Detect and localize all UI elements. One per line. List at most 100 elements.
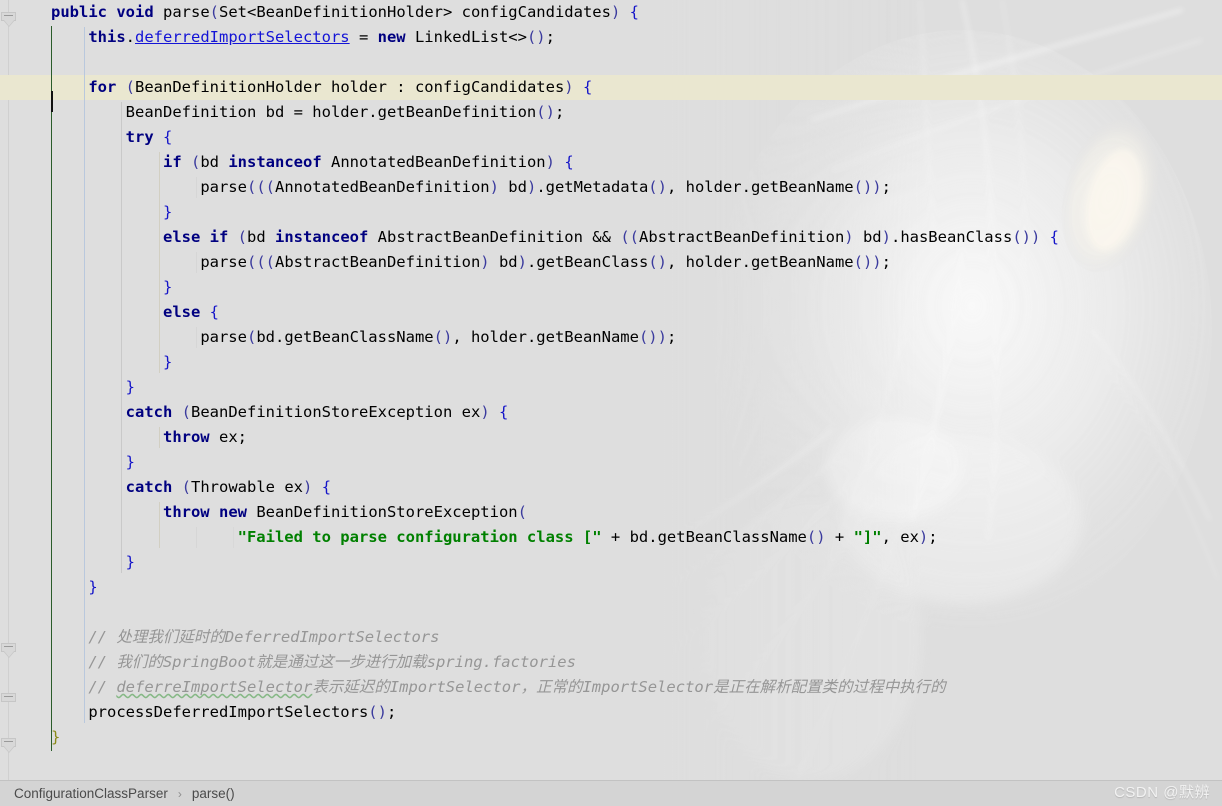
code-token-brace-1: } — [162, 353, 173, 371]
code-token-plain: AbstractBeanDefinition && — [368, 228, 621, 246]
code-line[interactable]: try { — [0, 125, 1222, 150]
code-line[interactable]: parse(((AnnotatedBeanDefinition) bd).get… — [0, 175, 1222, 200]
code-token-kw: catch — [125, 403, 173, 421]
code-token-cmt: // 我们的SpringBoot就是通过这一步进行加载spring.factor… — [88, 653, 576, 671]
code-line[interactable]: throw ex; — [0, 425, 1222, 450]
code-token-plain: + — [825, 528, 854, 546]
code-token-kw: try — [125, 128, 154, 146]
code-token-paren: ( — [191, 153, 201, 171]
code-token-brace-1: { — [163, 128, 173, 146]
code-line[interactable]: } — [0, 450, 1222, 475]
indent-guide — [121, 102, 123, 573]
breadcrumb-item-method[interactable]: parse() — [190, 786, 237, 801]
code-token-brace-1: { — [499, 403, 509, 421]
code-line[interactable]: else { — [0, 300, 1222, 325]
code-token-cmt: // — [88, 678, 117, 696]
code-token-paren: ( — [181, 478, 192, 496]
code-line[interactable]: this.deferredImportSelectors = new Linke… — [0, 25, 1222, 50]
code-line[interactable]: } — [0, 275, 1222, 300]
code-line[interactable]: for (BeanDefinitionHolder holder : confi… — [0, 75, 1222, 100]
code-token-plain: .hasBeanClass — [890, 228, 1013, 246]
code-token-plain: Throwable ex — [191, 478, 303, 496]
code-token-plain: ; — [545, 28, 555, 46]
indent-guide — [195, 327, 197, 348]
code-line[interactable]: throw new BeanDefinitionStoreException( — [0, 500, 1222, 525]
code-token-paren: ( — [246, 328, 257, 346]
code-token-kw: if — [162, 153, 182, 171]
code-token-kw: this — [88, 28, 126, 46]
text-caret — [51, 91, 53, 112]
code-token-paren: () — [433, 328, 453, 346]
code-token-kw: catch — [125, 478, 173, 496]
code-token-paren: ()) — [853, 253, 882, 271]
code-line[interactable]: } — [0, 725, 1222, 750]
code-line[interactable]: public void parse(Set<BeanDefinitionHold… — [0, 0, 1222, 25]
code-token-plain: ; — [881, 178, 891, 196]
code-line[interactable]: BeanDefinition bd = holder.getBeanDefini… — [0, 100, 1222, 125]
code-token-paren: ()) — [1012, 228, 1041, 246]
code-token-plain: BeanDefinition bd = holder.getBeanDefini… — [125, 103, 537, 121]
code-line[interactable]: processDeferredImportSelectors(); — [0, 700, 1222, 725]
code-line[interactable]: } — [0, 575, 1222, 600]
code-token-kw: else — [162, 228, 201, 246]
code-token-plain: bd — [247, 228, 276, 246]
code-line[interactable]: catch (Throwable ex) { — [0, 475, 1222, 500]
code-token-paren: (( — [620, 228, 639, 246]
code-token-plain: Set<BeanDefinitionHolder> configCandidat… — [219, 3, 611, 21]
code-token-plain: AnnotatedBeanDefinition — [321, 153, 546, 171]
code-token-paren: ) — [526, 178, 537, 196]
code-token-paren: ) — [517, 253, 527, 271]
code-line[interactable]: // 处理我们延时的DeferredImportSelectors — [0, 625, 1222, 650]
code-line[interactable] — [0, 50, 1222, 75]
code-line[interactable]: "Failed to parse configuration class [" … — [0, 525, 1222, 550]
code-line[interactable] — [0, 600, 1222, 625]
code-token-brace-1: } — [125, 378, 135, 396]
code-line[interactable]: catch (BeanDefinitionStoreException ex) … — [0, 400, 1222, 425]
code-content[interactable]: public void parse(Set<BeanDefinitionHold… — [0, 0, 1222, 780]
code-line[interactable]: if (bd instanceof AnnotatedBeanDefinitio… — [0, 150, 1222, 175]
code-line[interactable]: else if (bd instanceof AbstractBeanDefin… — [0, 225, 1222, 250]
indent-guide — [233, 527, 234, 548]
code-token-plain: + bd.getBeanClassName — [601, 528, 807, 546]
code-line[interactable]: parse(bd.getBeanClassName(), holder.getB… — [0, 325, 1222, 350]
code-token-paren: ) — [480, 253, 490, 271]
code-line[interactable]: } — [0, 200, 1222, 225]
code-line[interactable]: // 我们的SpringBoot就是通过这一步进行加载spring.factor… — [0, 650, 1222, 675]
code-token-paren: ( — [237, 228, 248, 246]
code-line[interactable]: parse(((AbstractBeanDefinition) bd).getB… — [0, 250, 1222, 275]
code-token-brace-1: { — [321, 478, 332, 496]
code-token-paren: () — [648, 253, 667, 271]
code-line[interactable]: } — [0, 550, 1222, 575]
code-token-plain: , holder.getBeanName — [666, 178, 854, 196]
code-token-plain: .getMetadata — [536, 178, 649, 196]
code-token-paren: () — [648, 178, 667, 196]
code-token-plain: ; — [554, 103, 565, 121]
code-line[interactable]: } — [0, 350, 1222, 375]
code-line[interactable]: } — [0, 375, 1222, 400]
code-line[interactable]: // deferreImportSelector表示延迟的ImportSelec… — [0, 675, 1222, 700]
code-token-kw: instanceof — [275, 228, 369, 246]
breadcrumb-item-class[interactable]: ConfigurationClassParser — [12, 786, 170, 801]
code-token-paren: ( — [181, 403, 192, 421]
code-token-plain: ; — [386, 703, 397, 721]
indent-guide — [195, 527, 197, 548]
